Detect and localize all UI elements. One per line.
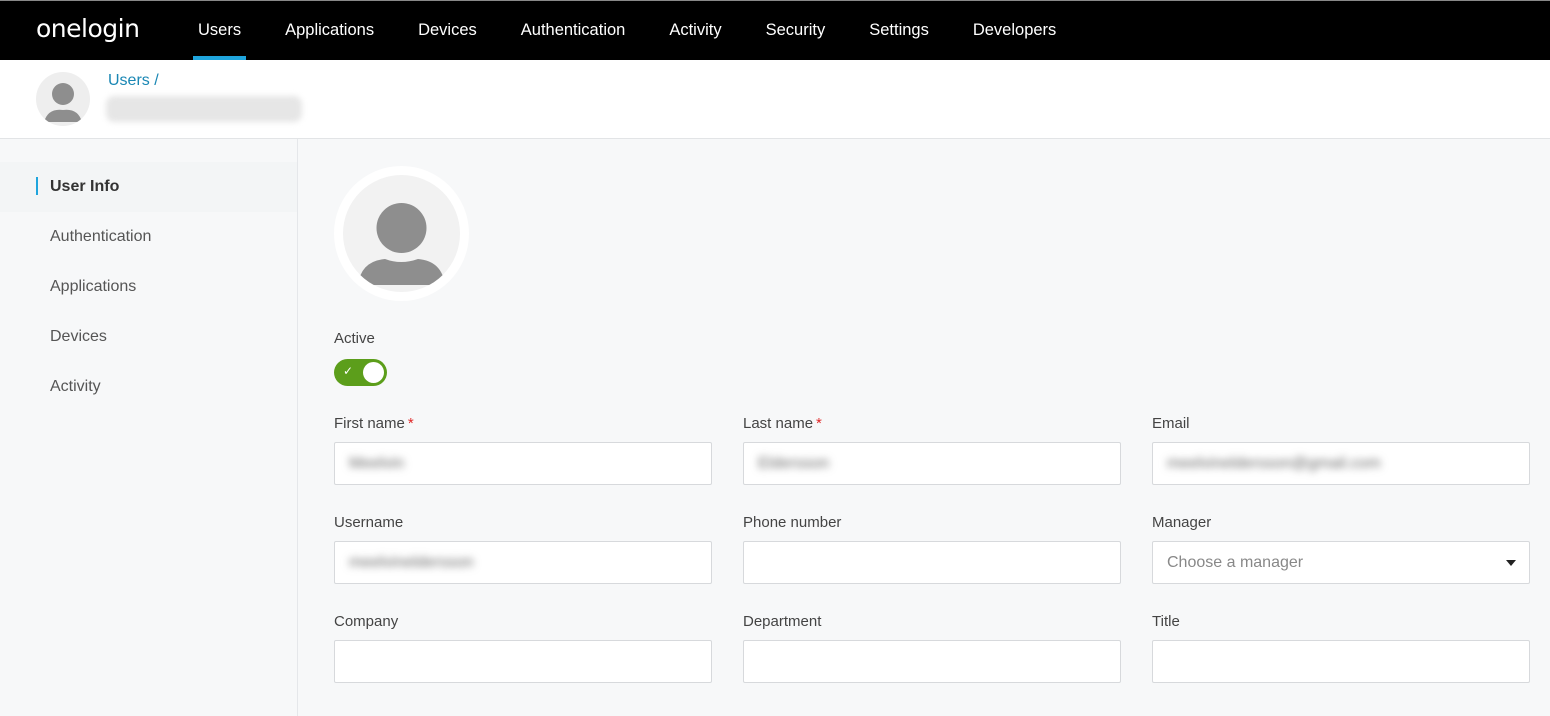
title-field[interactable] bbox=[1152, 640, 1530, 683]
nav-applications[interactable]: Applications bbox=[263, 1, 396, 60]
user-silhouette-icon bbox=[44, 83, 82, 122]
user-info-panel: Active ✓ First name * Meelvin Last name * … bbox=[298, 139, 1550, 716]
nav-developers[interactable]: Developers bbox=[951, 1, 1078, 60]
nav-security[interactable]: Security bbox=[744, 1, 848, 60]
username-label: Username bbox=[334, 514, 404, 531]
manager-select[interactable]: Choose a manager bbox=[1152, 541, 1530, 584]
user-name-title: Meelvin Eldersson bbox=[106, 96, 302, 122]
manager-label: Manager bbox=[1152, 514, 1212, 531]
required-marker: * bbox=[407, 415, 414, 432]
onelogin-logo[interactable]: onelogin bbox=[36, 14, 140, 43]
phone-number-field[interactable] bbox=[743, 541, 1121, 584]
sidebar-item-devices[interactable]: Devices bbox=[0, 312, 297, 362]
checkmark-icon: ✓ bbox=[343, 364, 354, 378]
manager-placeholder: Choose a manager bbox=[1167, 554, 1304, 571]
sidebar-item-user-info[interactable]: User Info bbox=[0, 162, 297, 212]
email-label: Email bbox=[1152, 415, 1190, 432]
profile-photo[interactable] bbox=[334, 166, 469, 301]
sidebar-item-activity[interactable]: Activity bbox=[0, 362, 297, 412]
nav-settings[interactable]: Settings bbox=[847, 1, 951, 60]
main-nav: Users Applications Devices Authenticatio… bbox=[176, 1, 1078, 60]
avatar bbox=[36, 72, 90, 126]
nav-activity[interactable]: Activity bbox=[647, 1, 743, 60]
last-name-field[interactable]: Eldersson bbox=[743, 442, 1121, 485]
caret-down-icon bbox=[1506, 560, 1516, 566]
breadcrumb-users[interactable]: Users / bbox=[108, 72, 159, 90]
company-label: Company bbox=[334, 613, 399, 630]
last-name-label: Last name * bbox=[743, 415, 822, 432]
toggle-knob bbox=[363, 362, 384, 383]
email-field[interactable]: meelvineldersson@gmail.com bbox=[1152, 442, 1530, 485]
user-silhouette-icon bbox=[358, 203, 445, 285]
company-field[interactable] bbox=[334, 640, 712, 683]
top-navigation-bar: onelogin Users Applications Devices Auth… bbox=[0, 0, 1550, 60]
sidebar: User Info Authentication Applications De… bbox=[0, 139, 298, 716]
first-name-label: First name * bbox=[334, 415, 414, 432]
sidebar-item-authentication[interactable]: Authentication bbox=[0, 212, 297, 262]
nav-users[interactable]: Users bbox=[176, 1, 263, 60]
sidebar-item-applications[interactable]: Applications bbox=[0, 262, 297, 312]
active-toggle[interactable]: ✓ bbox=[334, 359, 387, 386]
title-label: Title bbox=[1152, 613, 1180, 630]
phone-number-label: Phone number bbox=[743, 514, 842, 531]
active-label: Active bbox=[334, 330, 375, 347]
username-field[interactable]: meelvineldersson bbox=[334, 541, 712, 584]
first-name-field[interactable]: Meelvin bbox=[334, 442, 712, 485]
department-label: Department bbox=[743, 613, 822, 630]
department-field[interactable] bbox=[743, 640, 1121, 683]
nav-devices[interactable]: Devices bbox=[396, 1, 499, 60]
user-header: Users / Meelvin Eldersson bbox=[0, 60, 1550, 139]
required-marker: * bbox=[816, 415, 822, 432]
nav-authentication[interactable]: Authentication bbox=[499, 1, 648, 60]
